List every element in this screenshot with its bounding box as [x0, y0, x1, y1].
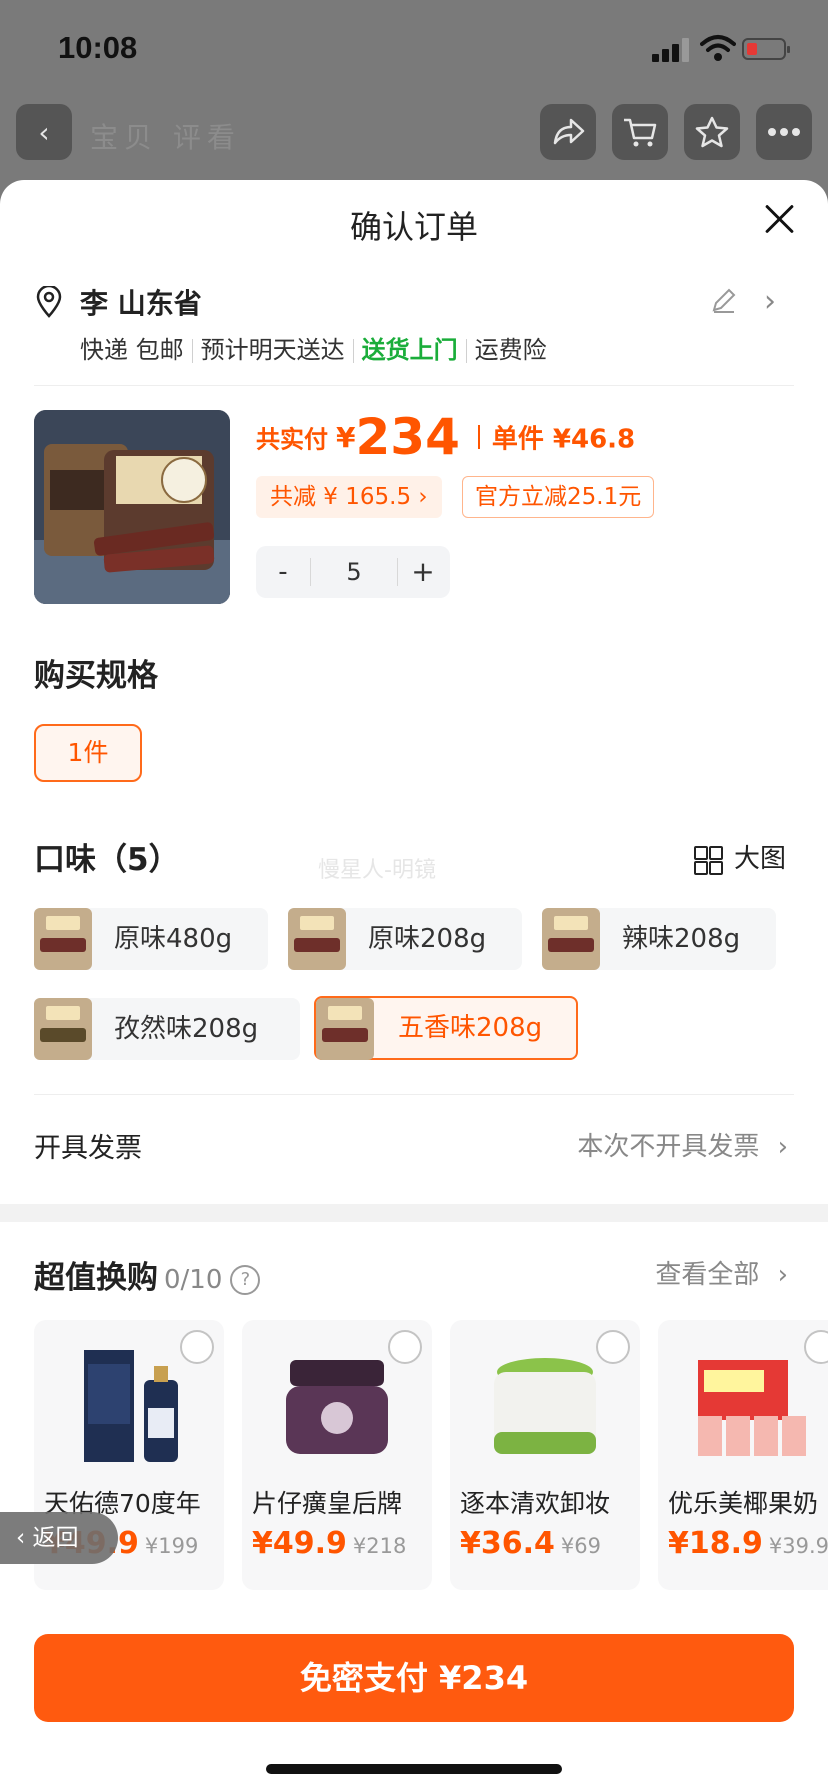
quantity-value[interactable]: 5 — [310, 558, 398, 586]
upsell-price: ¥49.9 — [252, 1526, 347, 1561]
upsell-title: 超值换购 — [34, 1260, 158, 1296]
flavor-option-selected[interactable]: 五香味208g — [314, 996, 578, 1060]
product-thumbnail — [84, 1350, 178, 1462]
delivery-estimate: 预计明天送达 — [200, 336, 345, 364]
spec-heading: 购买规格 — [34, 658, 158, 694]
upsell-original-price: ¥199 — [144, 1534, 199, 1558]
flavor-thumbnail — [34, 908, 92, 970]
big-view-toggle[interactable]: 大图 — [694, 838, 786, 875]
wifi-icon — [700, 35, 736, 61]
select-radio[interactable] — [180, 1330, 214, 1364]
home-indicator — [266, 1764, 562, 1774]
edit-icon[interactable] — [710, 286, 738, 314]
total-label: 共实付 — [256, 425, 328, 454]
background-nav-bar: ‹ 宝贝 评看 — [0, 100, 828, 166]
invoice-label: 开具发票 — [34, 1133, 142, 1164]
flavor-thumbnail — [288, 908, 346, 970]
decrease-button[interactable]: - — [256, 546, 310, 598]
flavor-label: 原味480g — [114, 924, 233, 954]
chevron-right-icon[interactable]: › — [764, 284, 776, 319]
shipping-insurance: 运费险 — [474, 336, 547, 364]
upsell-card[interactable]: 片仔癀皇后牌 ¥49.9 ¥218 — [242, 1320, 432, 1590]
invoice-value: 本次不开具发票 — [577, 1132, 760, 1162]
total-price: 234 — [355, 408, 460, 466]
official-discount-badge: 官方立减25.1元 — [462, 476, 655, 518]
select-radio[interactable] — [388, 1330, 422, 1364]
watermark: 慢星人-明镜 — [318, 858, 436, 883]
upsell-count: 0/10 — [164, 1265, 223, 1295]
upsell-heading: 超值换购 0/10? — [34, 1252, 261, 1297]
cart-icon[interactable] — [612, 104, 668, 160]
view-all-label: 查看全部 — [655, 1260, 760, 1290]
door-delivery: 送货上门 — [361, 336, 458, 364]
back-label: 返回 — [32, 1525, 79, 1551]
sheet-title: 确认订单 — [349, 208, 478, 246]
chevron-right-icon: › — [777, 1260, 788, 1290]
status-time: 10:08 — [58, 30, 138, 65]
flavor-option[interactable]: 孜然味208g — [34, 998, 300, 1060]
upsell-price: ¥36.4 — [460, 1526, 555, 1561]
big-view-label: 大图 — [734, 844, 787, 874]
flavor-label: 五香味208g — [398, 1013, 543, 1043]
flavor-thumbnail — [34, 998, 92, 1060]
product-thumbnail — [494, 1358, 596, 1454]
flavor-heading: 口味（5） — [34, 842, 180, 878]
flavor-option[interactable]: 辣味208g — [542, 908, 776, 970]
battery-icon — [742, 38, 790, 60]
spec-option-selected[interactable]: 1件 — [34, 724, 142, 782]
flavor-option[interactable]: 原味208g — [288, 908, 522, 970]
upsell-name: 片仔癀皇后牌 — [252, 1489, 403, 1518]
chevron-left-icon: ‹ — [16, 1525, 26, 1551]
upsell-name: 逐本清欢卸妆 — [460, 1489, 611, 1518]
price-summary: 共实付 ¥234 单件 ¥46.8 — [256, 408, 635, 466]
view-all-link[interactable]: 查看全部 › — [655, 1254, 788, 1291]
flavor-label: 辣味208g — [622, 924, 741, 954]
flavor-label: 原味208g — [368, 924, 487, 954]
unit-price: 单件 ¥46.8 — [491, 424, 636, 455]
upsell-card[interactable]: 逐本清欢卸妆 ¥36.4 ¥69 — [450, 1320, 640, 1590]
upsell-price: ¥18.9 — [668, 1526, 763, 1561]
product-image[interactable] — [34, 410, 230, 604]
share-icon[interactable] — [540, 104, 596, 160]
back-arrow-icon[interactable]: ‹ — [16, 104, 72, 160]
flavor-thumbnail — [542, 908, 600, 970]
product-thumbnail — [286, 1360, 388, 1454]
more-icon[interactable] — [756, 104, 812, 160]
signal-icon — [652, 38, 694, 62]
currency-symbol: ¥ — [336, 420, 356, 454]
shipping-method: 快递 包邮 — [80, 336, 184, 364]
product-thumbnail — [698, 1360, 806, 1456]
confirm-order-sheet: 确认订单 李 山东省 › 快递 包邮 预计明天送达 送货上门 运费险 共实付 ¥234 单… — [0, 180, 828, 1792]
chevron-right-icon: › — [777, 1132, 788, 1162]
nav-title: 宝贝 评看 — [90, 121, 241, 154]
upsell-original-price: ¥218 — [352, 1534, 407, 1558]
shipping-info: 快递 包邮 预计明天送达 送货上门 运费险 — [80, 330, 547, 365]
invoice-option[interactable]: 本次不开具发票 › — [577, 1126, 788, 1163]
status-bar: 10:08 — [0, 0, 828, 96]
address-name[interactable]: 李 山东省 — [80, 282, 202, 322]
increase-button[interactable]: + — [396, 546, 450, 598]
section-gap — [0, 1204, 828, 1222]
discount-total-badge[interactable]: 共减 ¥ 165.5 › — [256, 476, 442, 518]
flavor-label: 孜然味208g — [114, 1014, 259, 1044]
star-icon[interactable] — [684, 104, 740, 160]
location-pin-icon — [36, 286, 62, 318]
help-icon[interactable]: ? — [230, 1264, 261, 1295]
divider — [34, 385, 794, 386]
upsell-original-price: ¥39.9 — [768, 1534, 828, 1558]
quantity-stepper: - 5 + — [256, 546, 450, 598]
pay-button[interactable]: 免密支付 ¥234 — [34, 1634, 794, 1722]
upsell-name: 优乐美椰果奶 — [668, 1489, 819, 1518]
divider — [34, 1094, 794, 1095]
flavor-thumbnail — [316, 998, 374, 1060]
close-icon[interactable] — [760, 200, 800, 240]
select-radio[interactable] — [596, 1330, 630, 1364]
grid-icon — [694, 845, 723, 875]
flavor-option[interactable]: 原味480g — [34, 908, 268, 970]
upsell-original-price: ¥69 — [560, 1534, 601, 1558]
back-tab[interactable]: ‹ 返回 — [0, 1512, 118, 1564]
upsell-card[interactable]: 优乐美椰果奶 ¥18.9 ¥39.9 — [658, 1320, 828, 1590]
